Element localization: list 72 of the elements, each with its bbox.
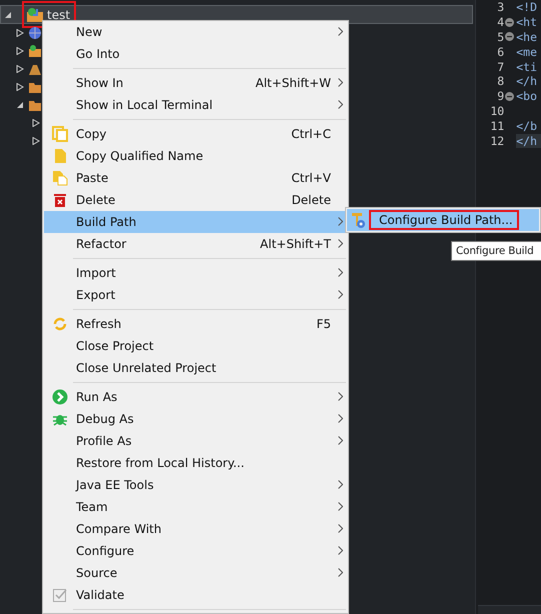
menu-item[interactable]: New: [44, 21, 347, 43]
menu-item[interactable]: Go Into: [44, 43, 347, 65]
menu-item[interactable]: Refresh F5: [44, 313, 347, 335]
menu-item[interactable]: Import: [44, 262, 347, 284]
menu-item[interactable]: Debug As: [44, 408, 347, 430]
library-icon: [28, 62, 42, 76]
collapsed-arrow-icon[interactable]: [16, 47, 24, 55]
line-number: 12: [489, 134, 504, 148]
menu-item[interactable]: Run As: [44, 386, 347, 408]
trash-icon: [53, 192, 67, 208]
refresh-icon: [52, 316, 68, 332]
collapsed-arrow-icon[interactable]: [16, 83, 24, 91]
line-number: 10: [489, 104, 504, 118]
menu-item[interactable]: Close Unrelated Project: [44, 357, 347, 379]
line-number: 9: [496, 89, 504, 104]
web-icon: [28, 26, 42, 40]
menu-item[interactable]: Copy Ctrl+C: [44, 123, 347, 145]
code-text: <bo: [516, 89, 538, 104]
folder-icon: [28, 80, 42, 94]
menu-item[interactable]: Refactor Alt+Shift+T: [44, 233, 347, 255]
line-number: 7: [496, 60, 504, 74]
folder-icon: [28, 98, 42, 112]
code-text: <ht: [516, 15, 538, 30]
menu-item[interactable]: Restore from Local History...: [44, 452, 347, 474]
line-number: 11: [489, 118, 504, 133]
menu-item[interactable]: Compare With: [44, 518, 347, 540]
code-text: <ti: [516, 60, 538, 74]
checkbox-icon: [52, 587, 68, 603]
menu-item[interactable]: Team: [44, 496, 347, 518]
fold-icon[interactable]: [504, 92, 514, 101]
code-text: <he: [516, 30, 538, 44]
collapsed-arrow-icon[interactable]: [16, 29, 24, 37]
project-folder-icon: [26, 6, 44, 22]
collapsed-arrow-icon[interactable]: [32, 119, 40, 127]
line-number: 3: [496, 0, 504, 14]
code-text: </h: [516, 134, 541, 148]
line-number: 6: [496, 44, 504, 59]
fold-icon[interactable]: [504, 32, 514, 42]
expanded-arrow-icon[interactable]: [4, 10, 12, 18]
page-icon: [52, 148, 68, 164]
code-text: </h: [516, 74, 538, 88]
tooltip: Configure Build: [451, 241, 541, 261]
code-text: </b: [516, 118, 538, 133]
code-text: <me: [516, 44, 538, 59]
project-icon: [28, 44, 42, 58]
menu-item[interactable]: Delete Delete: [44, 189, 347, 211]
fold-icon[interactable]: [504, 18, 514, 27]
project-name[interactable]: test: [47, 8, 70, 22]
collapsed-arrow-icon[interactable]: [32, 137, 40, 145]
collapsed-arrow-icon[interactable]: [16, 65, 24, 73]
line-number: 8: [496, 74, 504, 88]
menu-item[interactable]: Export: [44, 284, 347, 306]
menu-item[interactable]: Copy Qualified Name: [44, 145, 347, 167]
line-number: 5: [496, 30, 504, 44]
menu-item[interactable]: Configure Build Path...: [347, 209, 539, 231]
menu-item[interactable]: Configure: [44, 540, 347, 562]
menu-item[interactable]: Validate: [44, 584, 347, 606]
menu-item[interactable]: Show In Alt+Shift+W: [44, 72, 347, 94]
menu-item[interactable]: Show in Local Terminal: [44, 94, 347, 116]
menu-item[interactable]: Source: [44, 562, 347, 584]
menu-item[interactable]: Paste Ctrl+V: [44, 167, 347, 189]
line-number: 4: [496, 15, 504, 30]
code-text: <!D: [516, 0, 538, 14]
copy-icon: [52, 126, 68, 142]
jar-gear-icon: [350, 211, 366, 229]
menu-item[interactable]: Close Project: [44, 335, 347, 357]
menu-item[interactable]: Java EE Tools: [44, 474, 347, 496]
menu-item[interactable]: Build Path: [44, 211, 347, 233]
paste-icon: [52, 170, 68, 186]
expanded-arrow-icon[interactable]: [16, 101, 24, 109]
menu-item[interactable]: Profile As: [44, 430, 347, 452]
run-icon: [52, 389, 68, 405]
